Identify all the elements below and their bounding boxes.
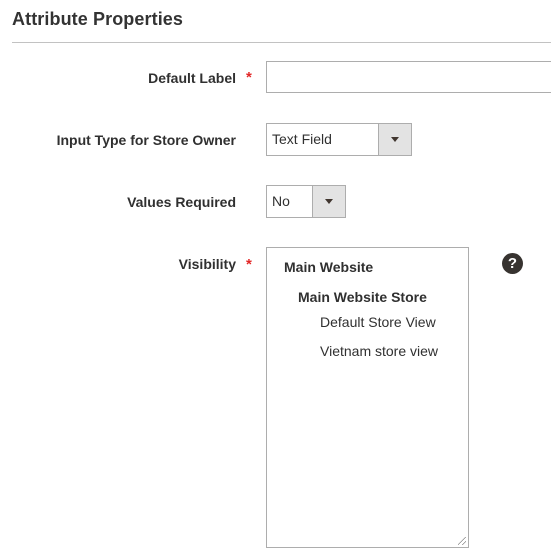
values-required-selected-value: No bbox=[272, 193, 290, 209]
default-label-required-mark: * bbox=[246, 69, 252, 86]
input-type-selected-value: Text Field bbox=[272, 131, 332, 147]
values-required-label: Values Required bbox=[127, 194, 236, 210]
visibility-multiselect[interactable]: Main Website Main Website Store Default … bbox=[266, 247, 469, 548]
visibility-option-group-store[interactable]: Main Website Store bbox=[298, 289, 427, 305]
visibility-required-mark: * bbox=[246, 256, 252, 273]
section-divider bbox=[12, 42, 551, 43]
visibility-option-store-view[interactable]: Default Store View bbox=[320, 314, 436, 330]
chevron-down-icon bbox=[325, 199, 333, 204]
visibility-label: Visibility bbox=[178, 256, 236, 272]
visibility-option-store-view[interactable]: Vietnam store view bbox=[320, 343, 438, 359]
input-type-label: Input Type for Store Owner bbox=[56, 132, 236, 148]
default-label-input[interactable] bbox=[266, 61, 551, 93]
section-title: Attribute Properties bbox=[12, 9, 184, 29]
values-required-dropdown-toggle[interactable] bbox=[312, 186, 345, 217]
input-type-dropdown-toggle[interactable] bbox=[378, 124, 411, 155]
resize-handle-icon[interactable] bbox=[458, 537, 466, 545]
values-required-select[interactable]: No bbox=[266, 185, 346, 218]
visibility-option-group-website[interactable]: Main Website bbox=[284, 259, 373, 275]
default-label-label: Default Label bbox=[148, 70, 236, 86]
input-type-select[interactable]: Text Field bbox=[266, 123, 412, 156]
question-circle-icon[interactable]: ? bbox=[502, 253, 523, 274]
chevron-down-icon bbox=[391, 137, 399, 142]
